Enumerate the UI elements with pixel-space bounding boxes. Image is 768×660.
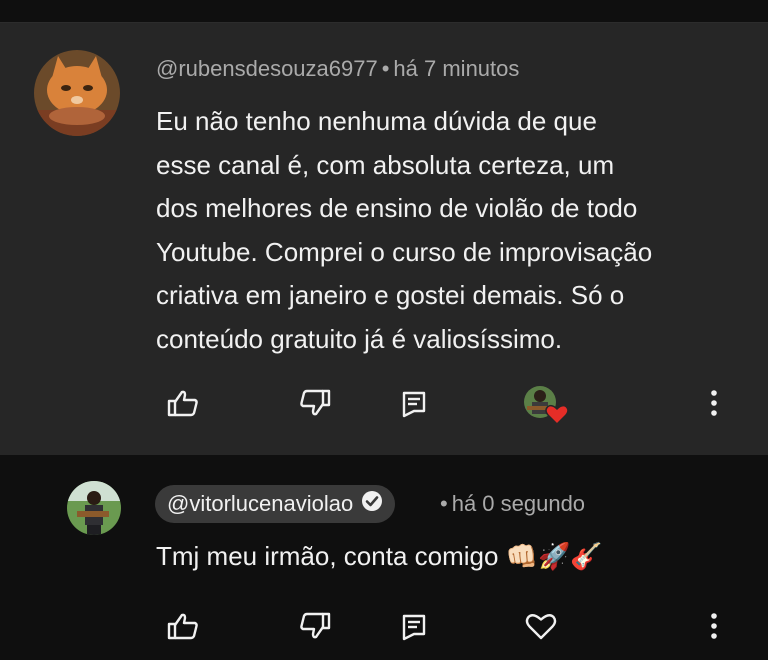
reply-icon [402, 391, 426, 418]
comment-text-line: criativa em janeiro e gostei demais. Só … [156, 280, 625, 310]
dislike-icon [300, 612, 331, 639]
creator-heart-icon [524, 386, 569, 426]
more-vert-icon [711, 613, 717, 639]
reply-button[interactable] [394, 384, 434, 424]
like-icon [167, 613, 198, 640]
top-bar [0, 0, 768, 23]
like-button[interactable] [163, 606, 203, 646]
comment-text-line: Youtube. Comprei o curso de improvisação [156, 236, 653, 267]
reply-item: @vitorlucenaviolao • há 0 segundo Tmj meu… [0, 455, 768, 660]
comment-thread: @rubensdesouza6977 • há 7 minutos Eu não t… [0, 23, 768, 455]
meta-separator: • [381, 56, 390, 81]
like-icon [167, 390, 198, 417]
like-button[interactable] [163, 383, 203, 423]
dislike-button[interactable] [295, 606, 335, 646]
reply-author: @vitorlucenaviolao [167, 491, 354, 516]
heart-icon [525, 614, 557, 640]
dislike-button[interactable] [295, 383, 335, 423]
comment-text-line: esse canal é, com absoluta certeza, um [156, 149, 615, 180]
reply-button[interactable] [394, 607, 434, 647]
comment-meta: @rubensdesouza6977 • há 7 minutos [156, 56, 519, 82]
reply-time: há 0 segundo [451, 491, 586, 516]
comment-text-line: Eu não tenho nenhuma dúvida de que [156, 106, 597, 136]
heart-button[interactable] [521, 606, 561, 646]
comment-text-line: dos melhores de ensino de violão de todo [156, 193, 638, 223]
creator-heart [523, 384, 569, 426]
comment-text-line: conteúdo gratuito já é valiosíssimo. [156, 323, 563, 354]
comment-time: há 7 minutos [393, 56, 520, 81]
dislike-icon [300, 389, 331, 416]
comment-author[interactable]: @rubensdesouza6977 [156, 56, 378, 81]
more-options-button[interactable] [694, 606, 734, 646]
verified-icon [361, 490, 383, 518]
comment-text: Eu não tenho nenhuma dúvida de que esse … [156, 100, 746, 361]
reply-meta: • há 0 segundo [436, 491, 585, 517]
meta-separator: • [440, 491, 448, 516]
reply-icon [402, 614, 426, 641]
more-vert-icon [711, 390, 717, 416]
commenter-avatar[interactable] [34, 50, 120, 136]
more-options-button[interactable] [694, 383, 734, 423]
reply-avatar[interactable] [67, 481, 121, 535]
channel-owner-badge[interactable]: @vitorlucenaviolao [155, 485, 396, 523]
reply-text: Tmj meu irmão, conta comigo 👊🏻🚀🎸 [156, 541, 603, 571]
